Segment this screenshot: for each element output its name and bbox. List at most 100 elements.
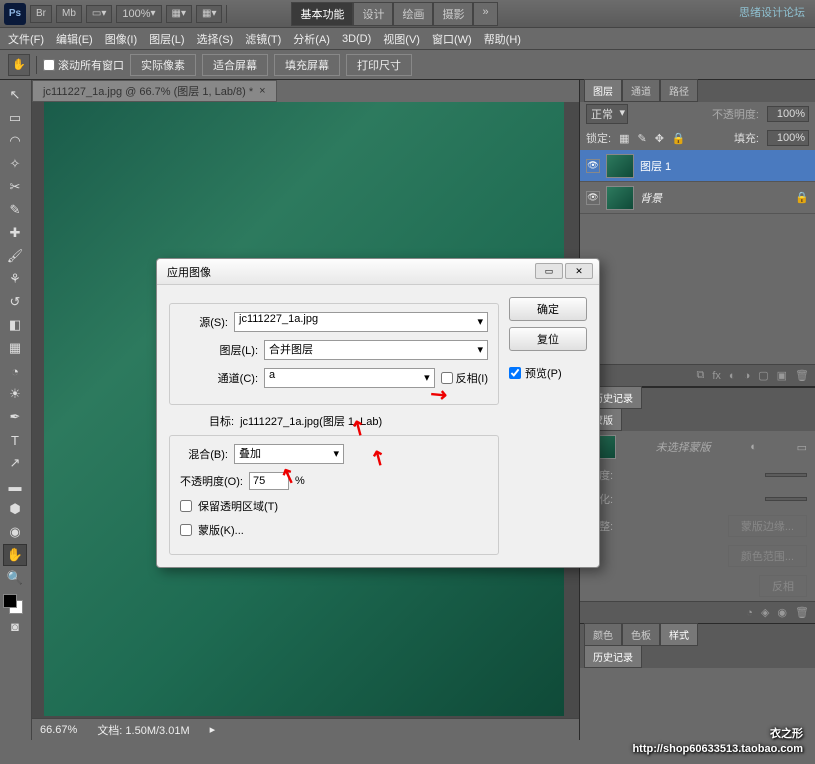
channel-select[interactable]: a [264,368,435,388]
invert-mask-button[interactable]: 反相 [759,575,807,597]
path-tool[interactable]: ↗ [3,452,27,474]
menu-view[interactable]: 视图(V) [383,31,420,47]
menu-window[interactable]: 窗口(W) [432,31,472,47]
adjustment-icon[interactable]: ◑ [744,370,751,382]
pen-tool[interactable]: ✒ [3,406,27,428]
layer-row[interactable]: 👁 图层 1 [580,150,815,182]
lock-move-icon[interactable]: ✥ [655,132,664,145]
lock-pixels-icon[interactable]: ▦ [619,132,629,145]
mb-button[interactable]: Mb [56,5,82,23]
dialog-close-button[interactable]: ✕ [565,263,593,279]
fit-screen-button[interactable]: 适合屏幕 [202,54,268,76]
menu-analysis[interactable]: 分析(A) [293,31,330,47]
shape-tool[interactable]: ▬ [3,475,27,497]
density-input[interactable] [765,473,807,477]
ok-button[interactable]: 确定 [509,297,587,321]
ws-tab-photo[interactable]: 摄影 [433,2,473,26]
fill-input[interactable]: 100% [767,130,809,146]
ws-tab-paint[interactable]: 绘画 [393,2,433,26]
ws-tab-more[interactable]: » [473,2,497,26]
3d-camera-tool[interactable]: ◉ [3,521,27,543]
stamp-tool[interactable]: ⚘ [3,268,27,290]
menu-3d[interactable]: 3D(D) [342,33,371,45]
tab-history-2[interactable]: 历史记录 [584,645,642,668]
menu-file[interactable]: 文件(F) [8,31,44,47]
menu-help[interactable]: 帮助(H) [484,31,521,47]
screen-mode-button[interactable]: ▭▾ [86,5,112,23]
menu-filter[interactable]: 滤镜(T) [245,31,281,47]
layer-name[interactable]: 图层 1 [640,158,671,174]
pixel-mask-icon[interactable]: ◐ [750,441,757,453]
tab-styles[interactable]: 样式 [660,623,698,646]
br-button[interactable]: Br [30,5,52,23]
status-doc-size[interactable]: 文档: 1.50M/3.01M [97,722,189,738]
menu-layer[interactable]: 图层(L) [149,31,184,47]
delete-mask-icon[interactable]: 🗑 [795,606,809,619]
scroll-all-checkbox[interactable]: 滚动所有窗口 [43,57,124,73]
actual-pixels-button[interactable]: 实际像素 [130,54,196,76]
move-tool[interactable]: ↖ [3,84,27,106]
visibility-icon[interactable]: 👁 [586,191,600,205]
preserve-transparency-checkbox[interactable]: 保留透明区域(T) [180,498,488,514]
ws-tab-basic[interactable]: 基本功能 [291,2,353,26]
color-swatch[interactable] [3,594,23,614]
dialog-titlebar[interactable]: 应用图像 ▭ ✕ [157,259,599,285]
marquee-tool[interactable]: ▭ [3,107,27,129]
load-selection-icon[interactable]: ◔ [746,607,753,619]
extras-button[interactable]: ▦▾ [196,5,222,23]
brush-tool[interactable]: 🖌 [3,245,27,267]
disable-mask-icon[interactable]: ◉ [777,606,787,619]
fill-screen-button[interactable]: 填充屏幕 [274,54,340,76]
feather-input[interactable] [765,497,807,501]
lock-all-icon[interactable]: 🔒 [672,132,686,145]
tab-layers[interactable]: 图层 [584,79,622,102]
blend-mode-select[interactable]: 正常 [586,104,628,124]
tab-swatches[interactable]: 色板 [622,623,660,646]
lasso-tool[interactable]: ◠ [3,130,27,152]
dodge-tool[interactable]: ☀ [3,383,27,405]
wand-tool[interactable]: ✧ [3,153,27,175]
heal-tool[interactable]: ✚ [3,222,27,244]
blur-tool[interactable]: ◔ [3,360,27,382]
link-icon[interactable]: ⧉ [696,369,704,382]
gradient-tool[interactable]: ▦ [3,337,27,359]
quickmask-tool[interactable]: ◙ [3,615,27,637]
status-zoom[interactable]: 66.67% [40,724,77,736]
tab-color[interactable]: 颜色 [584,623,622,646]
layer-opacity-input[interactable]: 100% [767,106,809,122]
layer-row[interactable]: 👁 背景 🔒 [580,182,815,214]
apply-mask-icon[interactable]: ◈ [761,606,769,619]
layer-name[interactable]: 背景 [640,190,662,206]
eyedropper-tool[interactable]: ✎ [3,199,27,221]
zoom-tool[interactable]: 🔍 [3,567,27,589]
trash-icon[interactable]: 🗑 [795,369,809,382]
ws-tab-design[interactable]: 设计 [353,2,393,26]
document-tab[interactable]: jc111227_1a.jpg @ 66.7% (图层 1, Lab/8) *× [32,80,277,102]
eraser-tool[interactable]: ◧ [3,314,27,336]
color-range-button[interactable]: 颜色范围... [728,545,807,567]
close-tab-icon[interactable]: × [259,85,265,97]
tab-paths[interactable]: 路径 [660,79,698,102]
reset-button[interactable]: 复位 [509,327,587,351]
preview-checkbox[interactable]: 预览(P) [509,365,587,381]
mask-checkbox[interactable]: 蒙版(K)... [180,522,488,538]
crop-tool[interactable]: ✂ [3,176,27,198]
layer-thumbnail[interactable] [606,154,634,178]
invert-checkbox[interactable]: 反相(I) [441,370,488,386]
dialog-help-button[interactable]: ▭ [535,263,563,279]
mask-icon[interactable]: ◐ [729,370,736,382]
hand-tool-icon[interactable]: ✋ [8,54,30,76]
arrange-button[interactable]: ▦▾ [166,5,192,23]
tab-channels[interactable]: 通道 [622,79,660,102]
menu-select[interactable]: 选择(S) [197,31,234,47]
zoom-level[interactable]: 100% ▾ [116,5,161,23]
menu-edit[interactable]: 编辑(E) [56,31,93,47]
visibility-icon[interactable]: 👁 [586,159,600,173]
layer-thumbnail[interactable] [606,186,634,210]
source-select[interactable]: jc111227_1a.jpg [234,312,488,332]
fx-icon[interactable]: fx [712,370,721,382]
hand-tool[interactable]: ✋ [3,544,27,566]
folder-icon[interactable]: ▢ [758,369,768,382]
type-tool[interactable]: T [3,429,27,451]
vector-mask-icon[interactable]: ▭ [797,441,807,454]
